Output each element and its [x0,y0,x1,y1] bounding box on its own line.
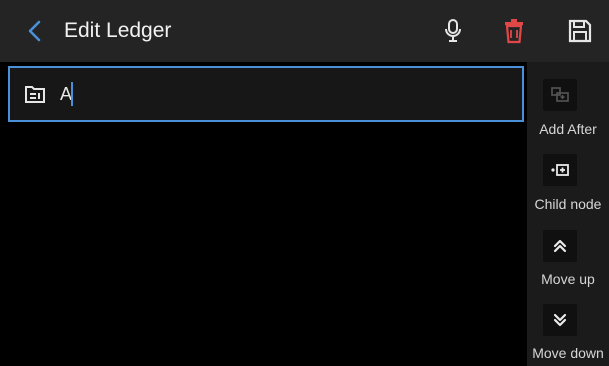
child-node-button[interactable] [543,154,577,186]
folder-icon [24,83,46,105]
move-up-button[interactable] [543,230,577,262]
microphone-icon[interactable] [439,17,467,45]
add-after-button[interactable] [543,79,577,111]
move-down-label: Move down [532,345,604,361]
save-icon[interactable] [566,17,594,45]
child-node-label: Child node [534,196,602,212]
move-up-label: Move up [541,271,595,287]
double-chevron-down-icon [553,313,567,327]
delete-icon[interactable] [500,17,528,45]
text-cursor [71,82,73,106]
back-arrow-icon[interactable] [24,19,48,43]
ledger-name-field[interactable]: A [8,66,524,122]
side-action-panel: Add After Child node Move up Move down [527,62,609,366]
page-title: Edit Ledger [64,19,172,42]
add-after-icon [551,87,569,102]
top-app-bar: Edit Ledger [0,0,609,62]
add-after-label: Add After [539,121,597,137]
move-down-button[interactable] [543,304,577,336]
child-node-icon [551,164,569,176]
double-chevron-up-icon [553,239,567,253]
